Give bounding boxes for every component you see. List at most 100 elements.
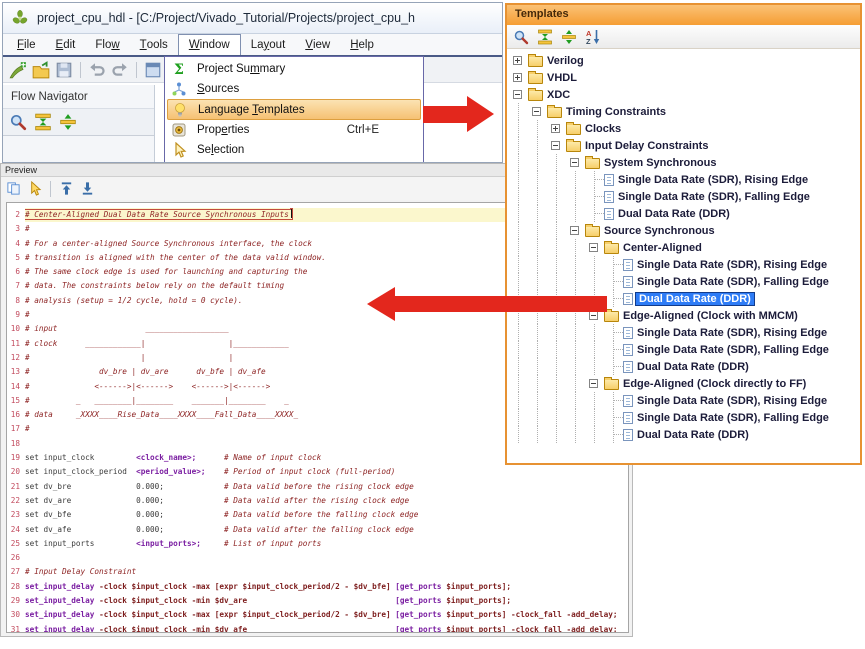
line-number: 9 <box>7 308 25 322</box>
tree-item-single-data-rate-sdr-rising-edge[interactable]: Single Data Rate (SDR), Rising Edge <box>509 256 860 273</box>
tree-guide <box>566 392 585 409</box>
new-project-icon[interactable] <box>9 61 27 79</box>
tree-expand-toggle[interactable] <box>547 120 566 137</box>
tree-item-label: Timing Constraints <box>566 106 666 118</box>
goto-top-icon[interactable] <box>59 181 74 196</box>
sort-alphabetical-icon[interactable]: AZ <box>585 29 601 45</box>
collapse-all-icon[interactable] <box>34 113 52 131</box>
plus-box-icon[interactable] <box>513 73 522 82</box>
minus-box-icon[interactable] <box>513 90 522 99</box>
menu-tools[interactable]: Tools <box>130 34 178 55</box>
tree-guide <box>528 171 547 188</box>
tree-item-single-data-rate-sdr-rising-edge[interactable]: Single Data Rate (SDR), Rising Edge <box>509 324 860 341</box>
tree-item-label: Edge-Aligned (Clock with MMCM) <box>623 310 798 322</box>
tree-expand-toggle[interactable] <box>528 103 547 120</box>
line-number: 23 <box>7 508 25 522</box>
tree-guide <box>509 256 528 273</box>
menu-edit[interactable]: Edit <box>46 34 86 55</box>
tree-guide <box>547 273 566 290</box>
collapse-all-icon[interactable] <box>537 29 553 45</box>
minus-box-icon[interactable] <box>532 107 541 116</box>
menu-flow[interactable]: Flow <box>85 34 129 55</box>
flow-navigator-toolbar <box>3 108 154 136</box>
title-bar[interactable]: project_cpu_hdl - [C:/Project/Vivado_Tut… <box>3 3 502 34</box>
tree-expand-toggle[interactable] <box>566 222 585 239</box>
plus-box-icon[interactable] <box>551 124 560 133</box>
goto-bottom-icon[interactable] <box>80 181 95 196</box>
tree-expand-toggle[interactable] <box>509 52 528 69</box>
tree-guide <box>585 324 604 341</box>
menu-item-sources[interactable]: Sources <box>165 79 423 99</box>
templates-panel: Templates AZ VerilogVHDLXDCTiming Constr… <box>505 3 862 465</box>
tree-guide <box>566 239 585 256</box>
minus-box-icon[interactable] <box>589 243 598 252</box>
tree-item-dual-data-rate-ddr[interactable]: Dual Data Rate (DDR) <box>509 426 860 443</box>
tree-expand-toggle[interactable] <box>509 69 528 86</box>
expand-all-icon[interactable] <box>59 113 77 131</box>
tree-guide <box>509 120 528 137</box>
pointer-icon[interactable] <box>27 181 42 196</box>
search-icon[interactable] <box>9 113 27 131</box>
tree-item-input-delay-constraints[interactable]: Input Delay Constraints <box>509 137 860 154</box>
menu-item-selection[interactable]: Selection <box>165 140 423 160</box>
tree-item-timing-constraints[interactable]: Timing Constraints <box>509 103 860 120</box>
redo-icon[interactable] <box>111 61 129 79</box>
menu-file[interactable]: File <box>7 34 46 55</box>
window-preview-icon[interactable] <box>144 61 162 79</box>
tree-connector <box>604 256 623 273</box>
code-line: 23set dv_bfe 0.000; # Data valid before … <box>7 508 628 522</box>
templates-tree[interactable]: VerilogVHDLXDC Timing Constraints ClocksIn… <box>507 49 860 463</box>
open-project-icon[interactable] <box>32 61 50 79</box>
tree-expand-toggle[interactable] <box>566 154 585 171</box>
tree-item-single-data-rate-sdr-rising-edge[interactable]: Single Data Rate (SDR), Rising Edge <box>509 171 860 188</box>
line-number: 18 <box>7 437 25 451</box>
minus-box-icon[interactable] <box>570 158 579 167</box>
tree-item-source-synchronous[interactable]: Source Synchronous <box>509 222 860 239</box>
tree-guide <box>566 358 585 375</box>
minus-box-icon[interactable] <box>589 379 598 388</box>
tree-item-verilog[interactable]: Verilog <box>509 52 860 69</box>
red-arrow-right-head <box>467 96 494 132</box>
tree-item-single-data-rate-sdr-rising-edge[interactable]: Single Data Rate (SDR), Rising Edge <box>509 392 860 409</box>
tree-expand-toggle[interactable] <box>547 137 566 154</box>
copy-icon[interactable] <box>6 181 21 196</box>
code-line: 28set_input_delay -clock $input_clock -m… <box>7 580 628 594</box>
menu-view[interactable]: View <box>295 34 340 55</box>
tree-item-dual-data-rate-ddr[interactable]: Dual Data Rate (DDR) <box>509 358 860 375</box>
minus-box-icon[interactable] <box>589 311 598 320</box>
line-number: 22 <box>7 494 25 508</box>
tree-expand-toggle[interactable] <box>585 239 604 256</box>
tree-item-single-data-rate-sdr-falling-edge[interactable]: Single Data Rate (SDR), Falling Edge <box>509 341 860 358</box>
menu-item-language-templates[interactable]: Language Templates <box>167 99 421 120</box>
undo-icon[interactable] <box>88 61 106 79</box>
tree-item-dual-data-rate-ddr[interactable]: Dual Data Rate (DDR) <box>509 205 860 222</box>
expand-all-icon[interactable] <box>561 29 577 45</box>
menu-layout[interactable]: Layout <box>241 34 296 55</box>
tree-expand-toggle[interactable] <box>585 375 604 392</box>
menu-window[interactable]: Window <box>178 34 241 55</box>
tree-item-single-data-rate-sdr-falling-edge[interactable]: Single Data Rate (SDR), Falling Edge <box>509 409 860 426</box>
search-icon[interactable] <box>513 29 529 45</box>
tree-expand-toggle[interactable] <box>509 86 528 103</box>
tree-item-xdc[interactable]: XDC <box>509 86 860 103</box>
save-project-icon[interactable] <box>55 61 73 79</box>
plus-box-icon[interactable] <box>513 56 522 65</box>
tree-guide <box>528 426 547 443</box>
tree-item-edge-aligned-clock-directly-to-ff[interactable]: Edge-Aligned (Clock directly to FF) <box>509 375 860 392</box>
tree-guide <box>547 256 566 273</box>
tree-guide <box>528 120 547 137</box>
tree-item-center-aligned[interactable]: Center-Aligned <box>509 239 860 256</box>
minus-box-icon[interactable] <box>551 141 560 150</box>
menu-help[interactable]: Help <box>340 34 384 55</box>
tree-item-label: Single Data Rate (SDR), Falling Edge <box>637 412 829 424</box>
tree-item-vhdl[interactable]: VHDL <box>509 69 860 86</box>
tree-item-single-data-rate-sdr-falling-edge[interactable]: Single Data Rate (SDR), Falling Edge <box>509 273 860 290</box>
minus-box-icon[interactable] <box>570 226 579 235</box>
menu-item-properties[interactable]: PropertiesCtrl+E <box>165 120 423 140</box>
tree-item-single-data-rate-sdr-falling-edge[interactable]: Single Data Rate (SDR), Falling Edge <box>509 188 860 205</box>
code-text <box>25 551 628 565</box>
tree-item-clocks[interactable]: Clocks <box>509 120 860 137</box>
menu-item-project-summary[interactable]: ΣProject Summary <box>165 59 423 79</box>
svg-text:Σ: Σ <box>174 62 184 77</box>
tree-item-system-synchronous[interactable]: System Synchronous <box>509 154 860 171</box>
